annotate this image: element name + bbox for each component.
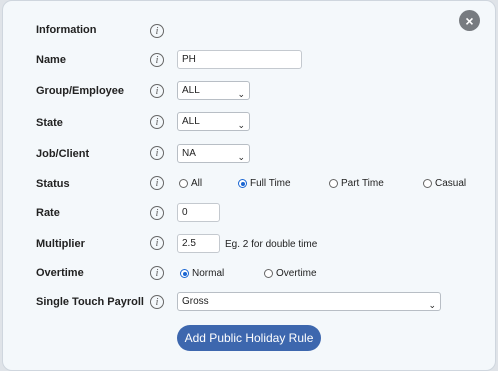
radio-selected-icon <box>238 179 247 188</box>
chevron-down-icon: ⌄ <box>237 120 245 130</box>
info-icon[interactable]: i <box>150 176 164 190</box>
status-full-time-label: Full Time <box>250 178 291 189</box>
status-label: Status <box>36 178 70 190</box>
info-icon[interactable]: i <box>150 84 164 98</box>
state-label: State <box>36 117 63 129</box>
radio-icon <box>329 179 338 188</box>
overtime-label: Overtime <box>36 267 84 279</box>
info-icon[interactable]: i <box>150 206 164 220</box>
group-employee-select[interactable]: ALL ⌄ <box>177 81 250 100</box>
chevron-down-icon: ⌄ <box>237 89 245 99</box>
single-touch-payroll-select[interactable]: Gross ⌄ <box>177 292 441 311</box>
job-client-select[interactable]: NA ⌄ <box>177 144 250 163</box>
info-icon[interactable]: i <box>150 295 164 309</box>
status-full-time-radio[interactable]: Full Time <box>238 178 291 189</box>
close-icon: × <box>465 12 474 29</box>
radio-selected-icon <box>180 269 189 278</box>
job-client-value: NA <box>182 148 196 159</box>
name-input[interactable]: PH <box>177 50 302 69</box>
single-touch-payroll-value: Gross <box>182 296 209 307</box>
information-label: Information <box>36 24 97 36</box>
overtime-normal-radio[interactable]: Normal <box>180 268 224 279</box>
overtime-overtime-label: Overtime <box>276 268 317 279</box>
rate-label: Rate <box>36 207 60 219</box>
info-icon[interactable]: i <box>150 146 164 160</box>
multiplier-input[interactable]: 2.5 <box>177 234 220 253</box>
multiplier-hint: Eg. 2 for double time <box>225 239 318 250</box>
status-all-radio[interactable]: All <box>179 178 202 189</box>
state-select[interactable]: ALL ⌄ <box>177 112 250 131</box>
radio-icon <box>423 179 432 188</box>
status-casual-radio[interactable]: Casual <box>423 178 466 189</box>
info-icon[interactable]: i <box>150 236 164 250</box>
info-icon[interactable]: i <box>150 115 164 129</box>
status-part-time-label: Part Time <box>341 178 384 189</box>
close-button[interactable]: × <box>459 10 480 31</box>
status-part-time-radio[interactable]: Part Time <box>329 178 384 189</box>
chevron-down-icon: ⌄ <box>237 152 245 162</box>
state-value: ALL <box>182 116 200 127</box>
radio-icon <box>179 179 188 188</box>
job-client-label: Job/Client <box>36 148 90 160</box>
group-employee-value: ALL <box>182 85 200 96</box>
overtime-normal-label: Normal <box>192 268 225 279</box>
group-employee-label: Group/Employee <box>36 85 125 97</box>
rate-input[interactable]: 0 <box>177 203 220 222</box>
single-touch-payroll-label: Single Touch Payroll <box>36 296 144 308</box>
add-rule-dialog: × Information i Name i PH Group/Employee… <box>2 0 496 371</box>
multiplier-label: Multiplier <box>36 238 85 250</box>
status-casual-label: Casual <box>435 178 467 189</box>
status-all-label: All <box>191 178 203 189</box>
chevron-down-icon: ⌄ <box>428 300 436 310</box>
add-public-holiday-rule-button[interactable]: Add Public Holiday Rule <box>177 325 321 351</box>
overtime-overtime-radio[interactable]: Overtime <box>264 268 317 279</box>
radio-icon <box>264 269 273 278</box>
info-icon[interactable]: i <box>150 266 164 280</box>
name-label: Name <box>36 54 66 66</box>
info-icon[interactable]: i <box>150 24 164 38</box>
info-icon[interactable]: i <box>150 53 164 67</box>
